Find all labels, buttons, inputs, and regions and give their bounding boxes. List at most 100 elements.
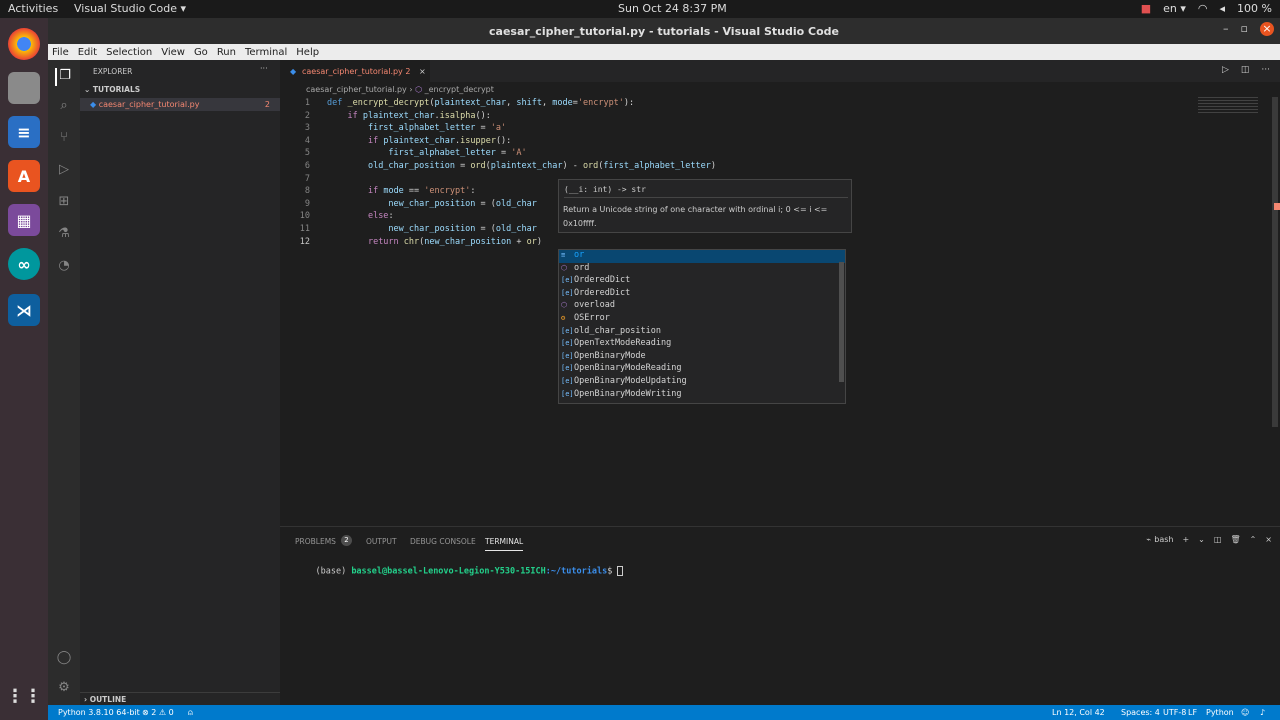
conda-env: (base) xyxy=(315,566,352,577)
breadcrumb[interactable]: caesar_cipher_tutorial.py › ⬡ _encrypt_d… xyxy=(306,85,494,94)
suggestion-item[interactable]: [e] OpenBinaryModeWriting xyxy=(559,389,845,402)
menu-selection[interactable]: Selection xyxy=(106,47,152,58)
editor-scrollbar[interactable] xyxy=(1272,97,1278,427)
language-indicator[interactable]: en ▾ xyxy=(1163,2,1186,15)
split-terminal-icon[interactable]: ◫ xyxy=(1214,535,1222,544)
signature-help-popup: (__i: int) -> str Return a Unicode strin… xyxy=(558,179,852,233)
live-share-icon[interactable]: ⍝ xyxy=(188,708,193,718)
extensions-icon[interactable]: ⊞ xyxy=(55,194,73,212)
writer-icon[interactable]: ≡ xyxy=(8,116,40,148)
menu-run[interactable]: Run xyxy=(217,47,236,58)
activities-button[interactable]: Activities xyxy=(8,2,58,15)
suggestion-label: OpenBinaryModeUpdating xyxy=(574,375,687,386)
testing-icon[interactable]: ⚗ xyxy=(55,226,73,244)
vscode-icon[interactable]: ⋊ xyxy=(8,294,40,326)
suggestion-item[interactable]: [e] OpenBinaryModeUpdating xyxy=(559,376,845,389)
close-panel-icon[interactable]: × xyxy=(1265,535,1272,544)
account-icon[interactable]: ◯ xyxy=(55,650,73,668)
suggestion-widget[interactable]: ≡ or ⬡ ord [e] OrderedDict [e] OrderedDict ⬡… xyxy=(558,249,846,404)
shell-name[interactable]: bash xyxy=(1154,535,1173,544)
suggestion-label: or xyxy=(574,250,585,260)
suggestion-item[interactable]: [e] OrderedDict xyxy=(559,275,845,288)
app-menu[interactable]: Visual Studio Code ▾ xyxy=(74,2,186,15)
tab-terminal[interactable]: TERMINAL xyxy=(485,537,524,551)
suggestion-item[interactable]: [e] OrderedDict xyxy=(559,288,845,301)
files-icon[interactable] xyxy=(8,72,40,104)
outline-label: OUTLINE xyxy=(89,695,127,704)
suggestion-item[interactable]: [e] OpenBinaryMode xyxy=(559,351,845,364)
prompt-symbol: $ xyxy=(607,566,618,577)
maximize-panel-icon[interactable]: ⌃ xyxy=(1250,535,1257,544)
code-line: new_char_position = (old_char xyxy=(388,198,537,209)
menu-terminal[interactable]: Terminal xyxy=(245,47,287,58)
run-debug-icon[interactable]: ▷ xyxy=(55,162,73,180)
minimize-icon[interactable]: – xyxy=(1223,22,1229,36)
run-file-icon[interactable]: ▷ xyxy=(1222,65,1229,75)
tab-debug-console[interactable]: DEBUG CONSOLE xyxy=(410,537,476,546)
indentation[interactable]: Spaces: 4 xyxy=(1121,708,1160,717)
suggestion-item[interactable]: ⬡ ord xyxy=(559,263,845,276)
bottom-panel: PROBLEMS 2 OUTPUT DEBUG CONSOLE TERMINAL… xyxy=(280,526,1280,705)
cursor-position[interactable]: Ln 12, Col 42 xyxy=(1052,708,1105,717)
menu-file[interactable]: File xyxy=(52,47,69,58)
file-item[interactable]: ◆ caesar_cipher_tutorial.py 2 xyxy=(80,98,280,111)
line-ending[interactable]: LF xyxy=(1188,708,1197,717)
software-center-icon[interactable]: A xyxy=(8,160,40,192)
chrome-icon[interactable] xyxy=(8,28,40,60)
clock[interactable]: Sun Oct 24 8:37 PM xyxy=(618,2,738,15)
suggestion-item[interactable]: [e] OpenBinaryModeReading xyxy=(559,363,845,376)
outline-section[interactable]: › OUTLINE xyxy=(80,692,280,704)
system-tray[interactable]: ■ en ▾ ◠ ◂ 100 % xyxy=(1141,2,1272,15)
suggestion-item[interactable]: [e] OpenTextModeReading xyxy=(559,338,845,351)
suggestion-item[interactable]: [e] old_char_position xyxy=(559,326,845,339)
folder-tutorials[interactable]: ⌄ TUTORIALS xyxy=(84,85,140,94)
tab-caesar-cipher[interactable]: ◆ caesar_cipher_tutorial.py 2 × xyxy=(280,60,430,82)
battery-label: 100 % xyxy=(1237,2,1272,15)
language-mode[interactable]: Python xyxy=(1206,708,1234,717)
encoding[interactable]: UTF-8 xyxy=(1163,708,1186,717)
trash-icon[interactable]: 🗑 xyxy=(1230,535,1240,544)
more-editor-actions-icon[interactable]: ··· xyxy=(1261,65,1270,75)
remote-icon[interactable]: ◔ xyxy=(55,258,73,276)
menu-edit[interactable]: Edit xyxy=(78,47,97,58)
suggestion-item[interactable]: ≡ or xyxy=(559,250,845,263)
notifications-icon[interactable]: ♪ xyxy=(1260,708,1265,717)
arduino-icon[interactable]: ∞ xyxy=(8,248,40,280)
explorer-header: EXPLORER xyxy=(93,67,133,76)
show-apps-icon[interactable]: ⋮⋮ xyxy=(6,680,42,712)
suggestion-scrollbar[interactable] xyxy=(839,262,844,382)
feedback-icon[interactable]: ☺ xyxy=(1241,708,1249,717)
video-editor-icon[interactable]: ▦ xyxy=(8,204,40,236)
menu-view[interactable]: View xyxy=(161,47,185,58)
suggestion-item[interactable]: ⬡ overload xyxy=(559,300,845,313)
chevron-down-icon: ⌄ xyxy=(84,85,91,94)
source-control-icon[interactable]: ⑂ xyxy=(55,130,73,148)
explorer-icon[interactable]: ❐ xyxy=(55,68,73,86)
tab-problems[interactable]: PROBLEMS xyxy=(295,537,336,546)
minimap[interactable] xyxy=(1198,97,1258,115)
menu-go[interactable]: Go xyxy=(194,47,208,58)
problems-indicator[interactable]: ⊗ 2 ⚠ 0 xyxy=(142,708,174,717)
variable-icon: [e] xyxy=(561,364,574,373)
line-number: 5 xyxy=(304,148,310,159)
more-actions-icon[interactable]: ··· xyxy=(260,64,268,73)
window-titlebar: caesar_cipher_tutorial.py - tutorials - … xyxy=(48,18,1280,44)
search-icon[interactable]: ⌕ xyxy=(55,98,73,116)
terminal-prompt[interactable]: (base) bassel@bassel-Lenovo-Legion-Y530-… xyxy=(295,556,624,587)
menu-help[interactable]: Help xyxy=(296,47,319,58)
editor-actions: ▷ ◫ ··· xyxy=(1222,65,1270,75)
signature-text: (__i: int) -> str xyxy=(564,185,848,198)
editor-area: ◆ caesar_cipher_tutorial.py 2 × ▷ ◫ ··· … xyxy=(280,60,1280,526)
breadcrumb-file[interactable]: caesar_cipher_tutorial.py xyxy=(306,85,407,94)
chevron-down-icon[interactable]: ⌄ xyxy=(1198,535,1205,544)
close-window-icon[interactable]: × xyxy=(1260,22,1274,36)
close-tab-icon[interactable]: × xyxy=(419,67,426,76)
restore-icon[interactable]: ▫ xyxy=(1241,22,1248,36)
settings-gear-icon[interactable]: ⚙ xyxy=(55,680,73,698)
breadcrumb-symbol[interactable]: _encrypt_decrypt xyxy=(425,85,494,94)
new-terminal-icon[interactable]: + xyxy=(1182,535,1189,544)
python-interpreter[interactable]: Python 3.8.10 64-bit xyxy=(58,708,140,717)
split-editor-icon[interactable]: ◫ xyxy=(1241,65,1250,75)
tab-output[interactable]: OUTPUT xyxy=(366,537,397,546)
suggestion-item[interactable]: ⚙ OSError xyxy=(559,313,845,326)
